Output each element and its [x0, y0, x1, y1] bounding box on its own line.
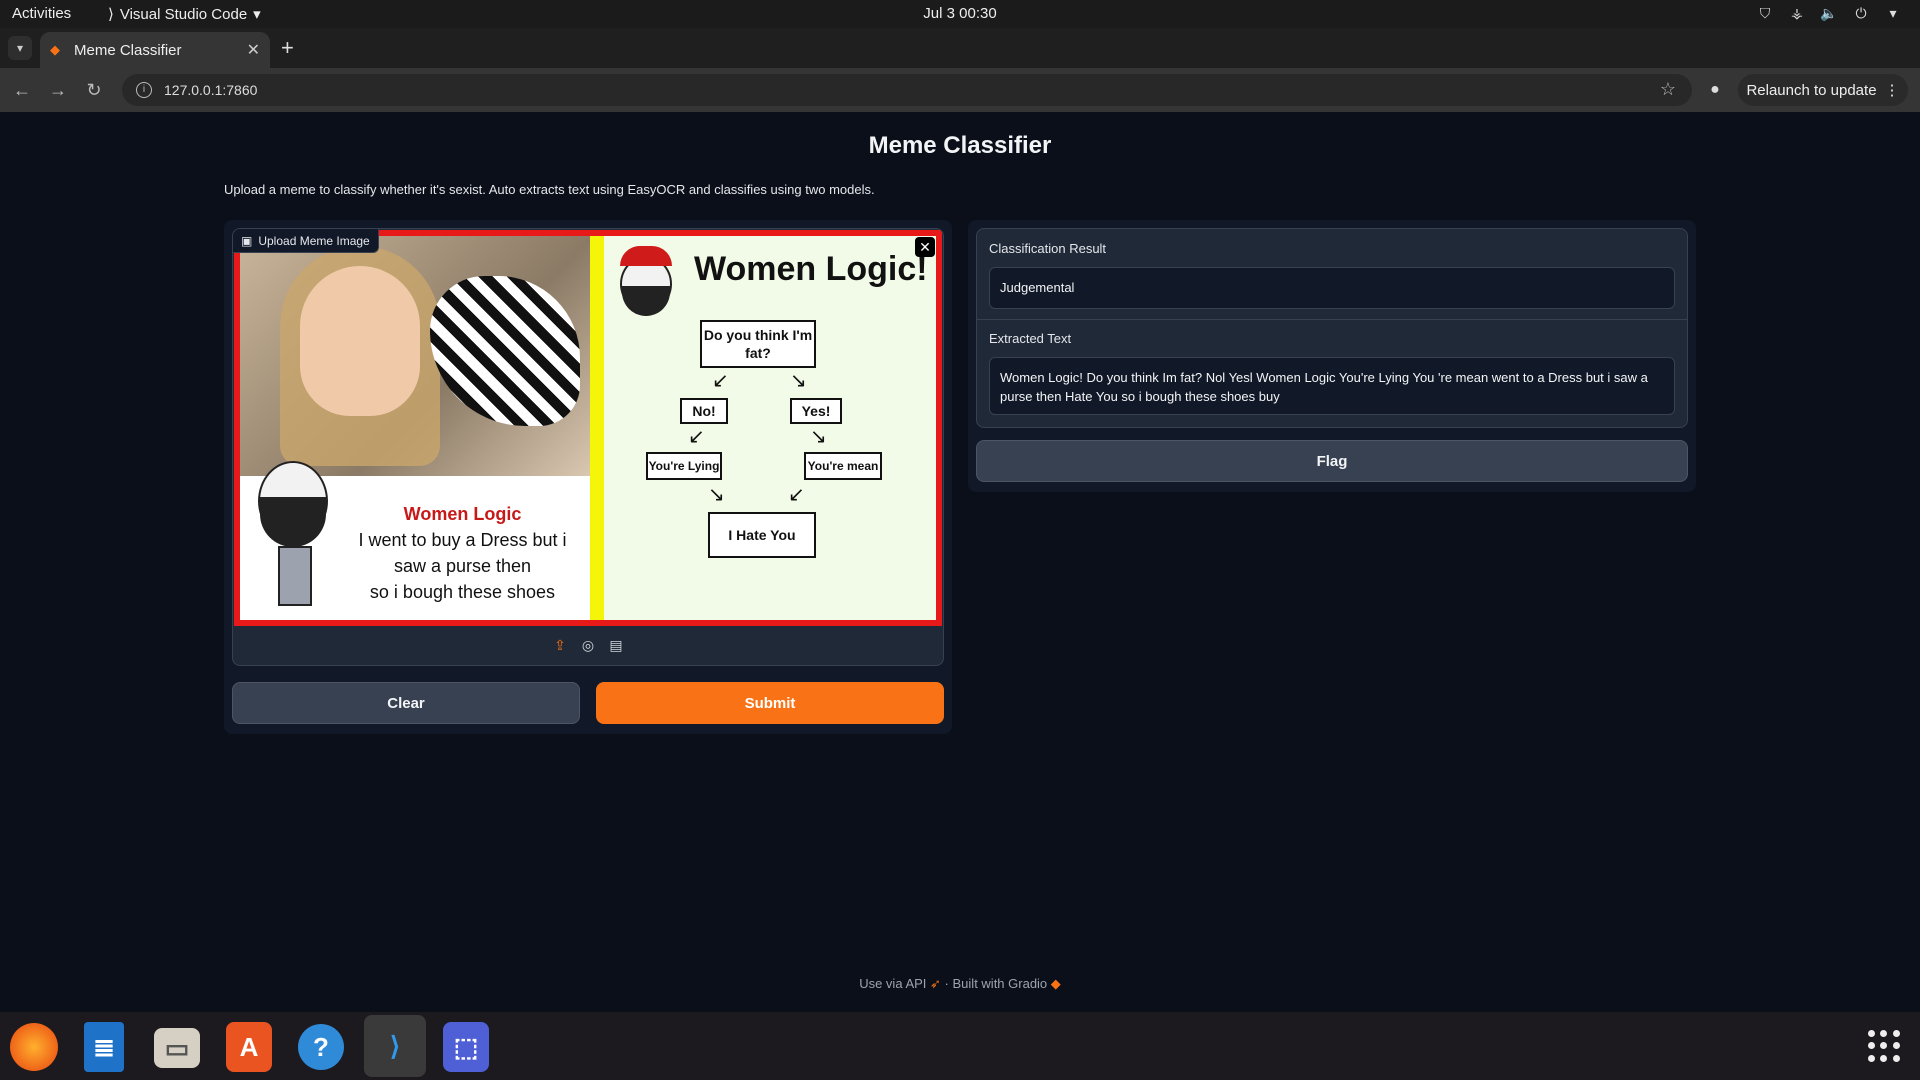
- meme-left-line: I went to buy a Dress but i: [358, 530, 567, 550]
- meme-left-heading: Women Logic: [403, 504, 522, 524]
- meme-cartoon-cap: [614, 246, 684, 336]
- tab-title: Meme Classifier: [74, 41, 182, 59]
- webcam-icon[interactable]: ◎: [580, 637, 596, 653]
- writer-icon[interactable]: ≣: [84, 1022, 124, 1072]
- submit-button[interactable]: Submit: [596, 682, 944, 724]
- tab-search-button[interactable]: ▾: [8, 36, 32, 60]
- profile-icon[interactable]: ●: [1703, 78, 1727, 102]
- vscode-icon: ⟩: [108, 6, 114, 23]
- back-icon[interactable]: ←: [10, 78, 34, 102]
- clipboard-icon[interactable]: ▤: [608, 637, 624, 653]
- page-footer: Use via API ➶ · Built with Gradio ◆: [0, 976, 1920, 992]
- meme-right-title: Women Logic!: [694, 250, 928, 288]
- chevron-down-icon: ▾: [253, 6, 261, 23]
- image-upload-label: ▣ Upload Meme Image: [233, 229, 379, 253]
- new-tab-button[interactable]: +: [281, 36, 294, 60]
- close-icon[interactable]: ✕: [247, 40, 260, 60]
- page-title: Meme Classifier: [868, 132, 1052, 159]
- rocket-icon: ➶: [930, 976, 945, 991]
- files-icon[interactable]: ▭: [154, 1028, 200, 1068]
- classification-result-label: Classification Result: [989, 241, 1107, 256]
- volume-icon: 🔈: [1820, 5, 1838, 21]
- show-apps-icon[interactable]: [1868, 1030, 1900, 1062]
- upload-icon[interactable]: ⇪: [552, 637, 568, 653]
- meme-flowchart: Women Logic! Do you think I'm fat? ↙ ↘ N…: [604, 236, 936, 620]
- flow-no: No!: [680, 398, 728, 424]
- use-via-api-link[interactable]: Use via API: [859, 976, 926, 991]
- gradio-logo-icon: ◆: [1050, 976, 1061, 991]
- flow-hate: I Hate You: [708, 512, 816, 558]
- system-tray[interactable]: ⛉ ⚶ 🔈 ⏻ ▾: [1756, 4, 1902, 22]
- built-with-gradio-link[interactable]: Built with Gradio: [953, 976, 1048, 991]
- ubuntu-dock: ≣ ▭ A ? ⟩ ⬚: [0, 1012, 1920, 1080]
- system-top-bar: Activities ⟩ Visual Studio Code ▾ Jul 3 …: [0, 0, 1920, 28]
- meme-image: Women Logic I went to buy a Dress but i …: [234, 230, 942, 626]
- chevron-down-icon: ▾: [1889, 5, 1897, 21]
- browser-toolbar: ← → ↻ i 127.0.0.1:7860 ☆ ● Relaunch to u…: [0, 68, 1920, 112]
- extracted-text-label: Extracted Text: [989, 331, 1072, 346]
- image-label-text: Upload Meme Image: [258, 233, 370, 248]
- tab-meme-classifier[interactable]: ◆ Meme Classifier ✕: [40, 32, 270, 68]
- more-vertical-icon[interactable]: ⋮: [1885, 81, 1900, 99]
- app-menu[interactable]: ⟩ Visual Studio Code ▾: [108, 5, 261, 24]
- extracted-text-field[interactable]: Women Logic! Do you think Im fat? Nol Ye…: [989, 357, 1675, 415]
- image-source-toolbar: ⇪ ◎ ▤: [233, 625, 943, 665]
- clear-button[interactable]: Clear: [232, 682, 580, 724]
- url-text: 127.0.0.1:7860: [164, 82, 258, 98]
- address-bar[interactable]: i 127.0.0.1:7860 ☆: [122, 74, 1692, 106]
- flow-question: Do you think I'm fat?: [700, 320, 816, 368]
- network-icon: ⚶: [1791, 5, 1803, 21]
- remove-image-button[interactable]: ✕: [915, 237, 935, 257]
- page-description: Upload a meme to classify whether it's s…: [224, 182, 875, 197]
- forward-icon[interactable]: →: [46, 78, 70, 102]
- meme-photo: [240, 236, 590, 476]
- meme-left-line: so i bough these shoes: [369, 582, 556, 602]
- gradio-favicon-icon: ◆: [50, 42, 60, 57]
- activities-button[interactable]: Activities: [12, 5, 71, 22]
- relaunch-label: Relaunch to update: [1746, 81, 1877, 99]
- firefox-icon[interactable]: [10, 1023, 58, 1071]
- gradio-app: Meme Classifier Upload a meme to classif…: [0, 112, 1920, 1012]
- image-icon: ▣: [241, 233, 253, 248]
- classification-result-field[interactable]: Judgemental: [989, 267, 1675, 309]
- vscode-dock-icon[interactable]: ⟩: [364, 1015, 426, 1077]
- image-upload[interactable]: ▣ Upload Meme Image ✕ Women Logic I went…: [232, 228, 944, 666]
- app-menu-label: Visual Studio Code: [119, 5, 248, 23]
- site-info-icon[interactable]: i: [136, 82, 152, 98]
- flow-lying: You're Lying: [646, 452, 722, 480]
- flag-button[interactable]: Flag: [976, 440, 1688, 482]
- output-panel: Classification Result Judgemental Extrac…: [968, 220, 1696, 492]
- flow-mean: You're mean: [804, 452, 882, 480]
- footer-separator: ·: [944, 976, 949, 991]
- reload-icon[interactable]: ↻: [82, 78, 106, 102]
- input-panel: ▣ Upload Meme Image ✕ Women Logic I went…: [224, 220, 952, 734]
- clock[interactable]: Jul 3 00:30: [0, 5, 1920, 22]
- flow-yes: Yes!: [790, 398, 842, 424]
- app-center-icon[interactable]: A: [226, 1022, 272, 1072]
- shield-icon: ⛉: [1759, 5, 1771, 21]
- screenshot-icon[interactable]: ⬚: [443, 1022, 489, 1072]
- power-icon: ⏻: [1855, 5, 1867, 21]
- help-icon[interactable]: ?: [298, 1024, 344, 1070]
- meme-left-line: saw a purse then: [393, 556, 532, 576]
- meme-left-caption: Women Logic I went to buy a Dress but i …: [340, 501, 585, 605]
- relaunch-button[interactable]: Relaunch to update ⋮: [1738, 74, 1908, 106]
- browser-tab-strip: ▾ ◆ Meme Classifier ✕ +: [0, 28, 1920, 68]
- bookmark-star-icon[interactable]: ☆: [1660, 79, 1676, 100]
- meme-cartoon-man: [248, 461, 338, 611]
- output-fields: Classification Result Judgemental Extrac…: [976, 228, 1688, 428]
